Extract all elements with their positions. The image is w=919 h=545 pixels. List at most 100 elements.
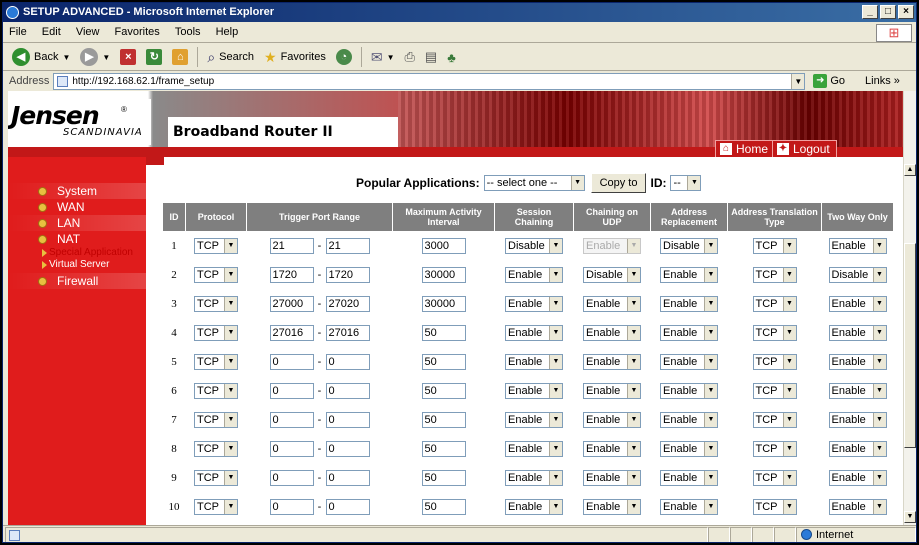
chaining-udp-select[interactable]: Disable ▼	[583, 267, 641, 283]
interval-input[interactable]: 50	[421, 470, 466, 486]
port-from-input[interactable]: 0	[269, 354, 314, 370]
address-dropdown-icon[interactable]: ▼	[791, 73, 805, 89]
session-chaining-select[interactable]: Enable ▼	[505, 470, 563, 486]
port-from-input[interactable]: 27000	[269, 296, 314, 312]
address-replacement-select[interactable]: Enable ▼	[660, 325, 718, 341]
history-button[interactable]: ◔	[333, 46, 355, 68]
translation-type-select[interactable]: TCP ▼	[752, 383, 797, 399]
protocol-select[interactable]: TCP ▼	[194, 441, 238, 457]
two-way-select[interactable]: Enable ▼	[828, 499, 887, 515]
search-button[interactable]: ⌕ Search	[204, 46, 257, 68]
mail-button[interactable]: ✉ ▼	[368, 46, 398, 68]
vertical-scrollbar[interactable]: ▲ ▼	[903, 91, 916, 525]
interval-input[interactable]: 50	[421, 412, 466, 428]
chaining-udp-select[interactable]: Enable ▼	[583, 412, 641, 428]
port-from-input[interactable]: 21	[269, 238, 314, 254]
two-way-select[interactable]: Enable ▼	[828, 441, 887, 457]
interval-input[interactable]: 30000	[421, 267, 466, 283]
address-replacement-select[interactable]: Enable ▼	[660, 354, 718, 370]
edit-button[interactable]: ▤	[422, 46, 440, 68]
menu-favorites[interactable]: Favorites	[109, 23, 166, 38]
messenger-button[interactable]: ♣	[444, 46, 459, 68]
nav-system[interactable]: System	[8, 183, 146, 199]
home-button[interactable]: ⌂	[169, 46, 191, 68]
port-from-input[interactable]: 0	[269, 383, 314, 399]
id-select[interactable]: -- ▼	[670, 175, 702, 191]
session-chaining-select[interactable]: Enable ▼	[505, 354, 563, 370]
port-from-input[interactable]: 0	[269, 499, 314, 515]
port-to-input[interactable]: 0	[325, 383, 370, 399]
port-from-input[interactable]: 1720	[269, 267, 314, 283]
interval-input[interactable]: 50	[421, 325, 466, 341]
nav-virtual-server[interactable]: Virtual Server	[42, 259, 109, 270]
chaining-udp-select[interactable]: Enable ▼	[583, 296, 641, 312]
close-button[interactable]: ×	[898, 5, 914, 19]
session-chaining-select[interactable]: Disable ▼	[505, 238, 563, 254]
translation-type-select[interactable]: TCP ▼	[752, 441, 797, 457]
translation-type-select[interactable]: TCP ▼	[752, 267, 797, 283]
address-replacement-select[interactable]: Enable ▼	[660, 470, 718, 486]
copy-to-button[interactable]: Copy to	[590, 173, 647, 193]
two-way-select[interactable]: Enable ▼	[828, 238, 887, 254]
port-to-input[interactable]: 1720	[325, 267, 370, 283]
protocol-select[interactable]: TCP ▼	[194, 325, 238, 341]
interval-input[interactable]: 50	[421, 354, 466, 370]
translation-type-select[interactable]: TCP ▼	[752, 354, 797, 370]
port-to-input[interactable]: 0	[325, 470, 370, 486]
session-chaining-select[interactable]: Enable ▼	[505, 325, 563, 341]
two-way-select[interactable]: Enable ▼	[828, 325, 887, 341]
refresh-button[interactable]: ↻	[143, 46, 165, 68]
address-replacement-select[interactable]: Enable ▼	[660, 499, 718, 515]
translation-type-select[interactable]: TCP ▼	[752, 499, 797, 515]
menu-view[interactable]: View	[70, 23, 106, 38]
session-chaining-select[interactable]: Enable ▼	[505, 499, 563, 515]
two-way-select[interactable]: Enable ▼	[828, 383, 887, 399]
address-input[interactable]: http://192.168.62.1/frame_setup ▼	[53, 72, 806, 90]
back-button[interactable]: ◀ Back ▼	[9, 46, 73, 68]
address-replacement-select[interactable]: Enable ▼	[660, 267, 718, 283]
links-button[interactable]: Links »	[865, 75, 900, 87]
protocol-select[interactable]: TCP ▼	[194, 296, 238, 312]
menu-file[interactable]: File	[3, 23, 33, 38]
chaining-udp-select[interactable]: Enable ▼	[583, 325, 641, 341]
chaining-udp-select[interactable]: Enable ▼	[583, 354, 641, 370]
port-from-input[interactable]: 0	[269, 441, 314, 457]
protocol-select[interactable]: TCP ▼	[194, 267, 238, 283]
nav-lan[interactable]: LAN	[8, 215, 146, 231]
port-to-input[interactable]: 21	[325, 238, 370, 254]
interval-input[interactable]: 50	[421, 499, 466, 515]
port-to-input[interactable]: 27020	[325, 296, 370, 312]
address-replacement-select[interactable]: Enable ▼	[660, 383, 718, 399]
chaining-udp-select[interactable]: Enable ▼	[583, 441, 641, 457]
port-from-input[interactable]: 0	[269, 412, 314, 428]
stop-button[interactable]: ×	[117, 46, 139, 68]
favorites-button[interactable]: ★ Favorites	[261, 46, 329, 68]
chaining-udp-select[interactable]: Enable ▼	[583, 499, 641, 515]
address-replacement-select[interactable]: Disable ▼	[660, 238, 718, 254]
two-way-select[interactable]: Enable ▼	[828, 296, 887, 312]
menu-help[interactable]: Help	[210, 23, 245, 38]
scroll-up-icon[interactable]: ▲	[904, 164, 916, 176]
two-way-select[interactable]: Disable ▼	[828, 267, 887, 283]
popular-select[interactable]: -- select one -- ▼	[483, 175, 585, 191]
session-chaining-select[interactable]: Enable ▼	[505, 296, 563, 312]
scroll-down-icon[interactable]: ▼	[904, 511, 916, 523]
session-chaining-select[interactable]: Enable ▼	[505, 412, 563, 428]
protocol-select[interactable]: TCP ▼	[194, 470, 238, 486]
minimize-button[interactable]: _	[862, 5, 878, 19]
interval-input[interactable]: 50	[421, 383, 466, 399]
protocol-select[interactable]: TCP ▼	[194, 383, 238, 399]
chaining-udp-select[interactable]: Enable ▼	[583, 383, 641, 399]
port-to-input[interactable]: 0	[325, 441, 370, 457]
port-to-input[interactable]: 0	[325, 354, 370, 370]
port-from-input[interactable]: 0	[269, 470, 314, 486]
translation-type-select[interactable]: TCP ▼	[752, 238, 797, 254]
two-way-select[interactable]: Enable ▼	[828, 354, 887, 370]
address-replacement-select[interactable]: Enable ▼	[660, 296, 718, 312]
address-replacement-select[interactable]: Enable ▼	[660, 441, 718, 457]
protocol-select[interactable]: TCP ▼	[194, 354, 238, 370]
go-button[interactable]: ➜ Go	[813, 74, 845, 88]
forward-button[interactable]: ▶ ▼	[77, 46, 113, 68]
maximize-button[interactable]: □	[880, 5, 896, 19]
translation-type-select[interactable]: TCP ▼	[752, 296, 797, 312]
